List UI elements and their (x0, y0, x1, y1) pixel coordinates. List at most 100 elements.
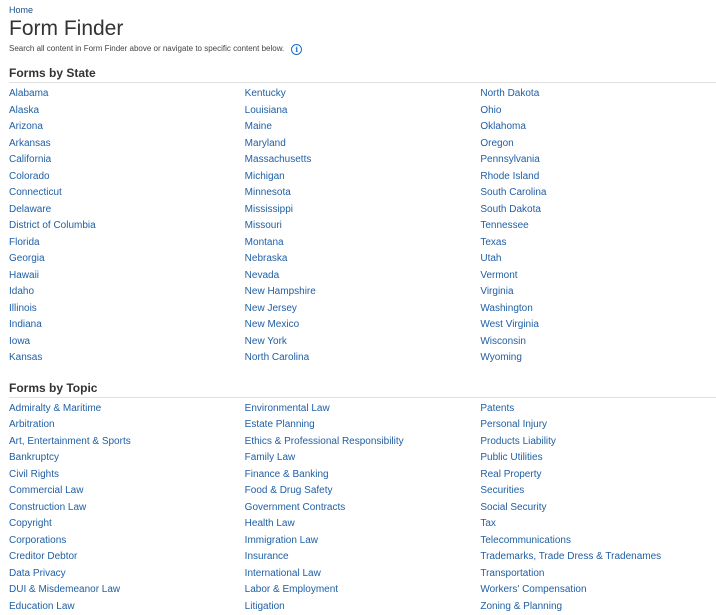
state-link[interactable]: Mississippi (245, 202, 481, 219)
state-link[interactable]: Alaska (9, 103, 245, 120)
state-link[interactable]: Colorado (9, 169, 245, 186)
state-link[interactable]: Nevada (245, 268, 481, 285)
state-link[interactable]: North Carolina (245, 350, 481, 367)
topic-link[interactable]: Workers' Compensation (480, 582, 716, 599)
state-link[interactable]: Illinois (9, 301, 245, 318)
state-link[interactable]: Wyoming (480, 350, 716, 367)
state-link[interactable]: North Dakota (480, 86, 716, 103)
state-link[interactable]: Florida (9, 235, 245, 252)
topic-link[interactable]: Environmental Law (245, 401, 481, 418)
state-link[interactable]: Washington (480, 301, 716, 318)
topic-link[interactable]: International Law (245, 566, 481, 583)
topic-link[interactable]: Patents (480, 401, 716, 418)
topic-link[interactable]: Transportation (480, 566, 716, 583)
topic-link[interactable]: Insurance (245, 549, 481, 566)
topic-link[interactable]: Estate Planning (245, 417, 481, 434)
forms-by-topic-section: Forms by Topic Admiralty & MaritimeArbit… (9, 381, 716, 615)
state-link[interactable]: Massachusetts (245, 152, 481, 169)
topic-link[interactable]: DUI & Misdemeanor Law (9, 582, 245, 599)
state-link[interactable]: Wisconsin (480, 334, 716, 351)
topic-link[interactable]: Copyright (9, 516, 245, 533)
topic-link[interactable]: Data Privacy (9, 566, 245, 583)
topic-link[interactable]: Immigration Law (245, 533, 481, 550)
topic-link[interactable]: Civil Rights (9, 467, 245, 484)
state-link[interactable]: Minnesota (245, 185, 481, 202)
state-link[interactable]: Iowa (9, 334, 245, 351)
state-link[interactable]: Rhode Island (480, 169, 716, 186)
topic-link[interactable]: Public Utilities (480, 450, 716, 467)
state-link[interactable]: New Hampshire (245, 284, 481, 301)
state-link[interactable]: Alabama (9, 86, 245, 103)
topic-link[interactable]: Arbitration (9, 417, 245, 434)
breadcrumb-home-link[interactable]: Home (9, 5, 33, 15)
topic-link[interactable]: Construction Law (9, 500, 245, 517)
topic-link[interactable]: Products Liability (480, 434, 716, 451)
state-link[interactable]: Vermont (480, 268, 716, 285)
state-link[interactable]: Connecticut (9, 185, 245, 202)
state-link[interactable]: Pennsylvania (480, 152, 716, 169)
topic-link[interactable]: Finance & Banking (245, 467, 481, 484)
topic-link[interactable]: Trademarks, Trade Dress & Tradenames (480, 549, 716, 566)
state-link[interactable]: New Jersey (245, 301, 481, 318)
state-link[interactable]: Louisiana (245, 103, 481, 120)
state-column: KentuckyLouisianaMaineMarylandMassachuse… (245, 86, 481, 367)
topic-link[interactable]: Zoning & Planning (480, 599, 716, 615)
state-link[interactable]: Georgia (9, 251, 245, 268)
state-link[interactable]: Kansas (9, 350, 245, 367)
topic-link[interactable]: Art, Entertainment & Sports (9, 434, 245, 451)
state-link[interactable]: South Dakota (480, 202, 716, 219)
state-link[interactable]: Virginia (480, 284, 716, 301)
topic-link[interactable]: Litigation (245, 599, 481, 615)
topic-link[interactable]: Bankruptcy (9, 450, 245, 467)
topic-link[interactable]: Labor & Employment (245, 582, 481, 599)
state-link[interactable]: Nebraska (245, 251, 481, 268)
topic-link[interactable]: Education Law (9, 599, 245, 615)
topic-link[interactable]: Telecommunications (480, 533, 716, 550)
topic-link[interactable]: Personal Injury (480, 417, 716, 434)
state-link[interactable]: Oklahoma (480, 119, 716, 136)
topic-link[interactable]: Commercial Law (9, 483, 245, 500)
state-link[interactable]: Utah (480, 251, 716, 268)
state-link[interactable]: Arizona (9, 119, 245, 136)
state-link[interactable]: Montana (245, 235, 481, 252)
topic-link[interactable]: Government Contracts (245, 500, 481, 517)
state-link[interactable]: Tennessee (480, 218, 716, 235)
state-link[interactable]: West Virginia (480, 317, 716, 334)
topic-link[interactable]: Creditor Debtor (9, 549, 245, 566)
forms-by-topic-heading: Forms by Topic (9, 381, 716, 398)
topic-link[interactable]: Real Property (480, 467, 716, 484)
state-link[interactable]: Texas (480, 235, 716, 252)
topic-link[interactable]: Tax (480, 516, 716, 533)
state-link[interactable]: Maine (245, 119, 481, 136)
breadcrumb: Home (9, 0, 716, 15)
topic-link[interactable]: Securities (480, 483, 716, 500)
state-link[interactable]: Arkansas (9, 136, 245, 153)
state-link[interactable]: California (9, 152, 245, 169)
page-subtitle: Search all content in Form Finder above … (9, 43, 716, 55)
page: Home Form Finder Search all content in F… (0, 0, 716, 615)
state-link[interactable]: Idaho (9, 284, 245, 301)
state-link[interactable]: New Mexico (245, 317, 481, 334)
state-link[interactable]: Indiana (9, 317, 245, 334)
state-link[interactable]: Kentucky (245, 86, 481, 103)
state-link[interactable]: Maryland (245, 136, 481, 153)
info-icon[interactable]: i (291, 44, 302, 55)
topic-link[interactable]: Social Security (480, 500, 716, 517)
state-link[interactable]: Ohio (480, 103, 716, 120)
topic-link[interactable]: Corporations (9, 533, 245, 550)
state-link[interactable]: Michigan (245, 169, 481, 186)
state-link[interactable]: District of Columbia (9, 218, 245, 235)
subtitle-text: Search all content in Form Finder above … (9, 43, 284, 55)
topic-link[interactable]: Health Law (245, 516, 481, 533)
state-link[interactable]: South Carolina (480, 185, 716, 202)
state-link[interactable]: Missouri (245, 218, 481, 235)
state-column: AlabamaAlaskaArizonaArkansasCaliforniaCo… (9, 86, 245, 367)
topic-link[interactable]: Admiralty & Maritime (9, 401, 245, 418)
state-link[interactable]: Hawaii (9, 268, 245, 285)
topic-link[interactable]: Ethics & Professional Responsibility (245, 434, 481, 451)
topic-link[interactable]: Family Law (245, 450, 481, 467)
state-link[interactable]: Delaware (9, 202, 245, 219)
state-link[interactable]: Oregon (480, 136, 716, 153)
state-link[interactable]: New York (245, 334, 481, 351)
topic-link[interactable]: Food & Drug Safety (245, 483, 481, 500)
